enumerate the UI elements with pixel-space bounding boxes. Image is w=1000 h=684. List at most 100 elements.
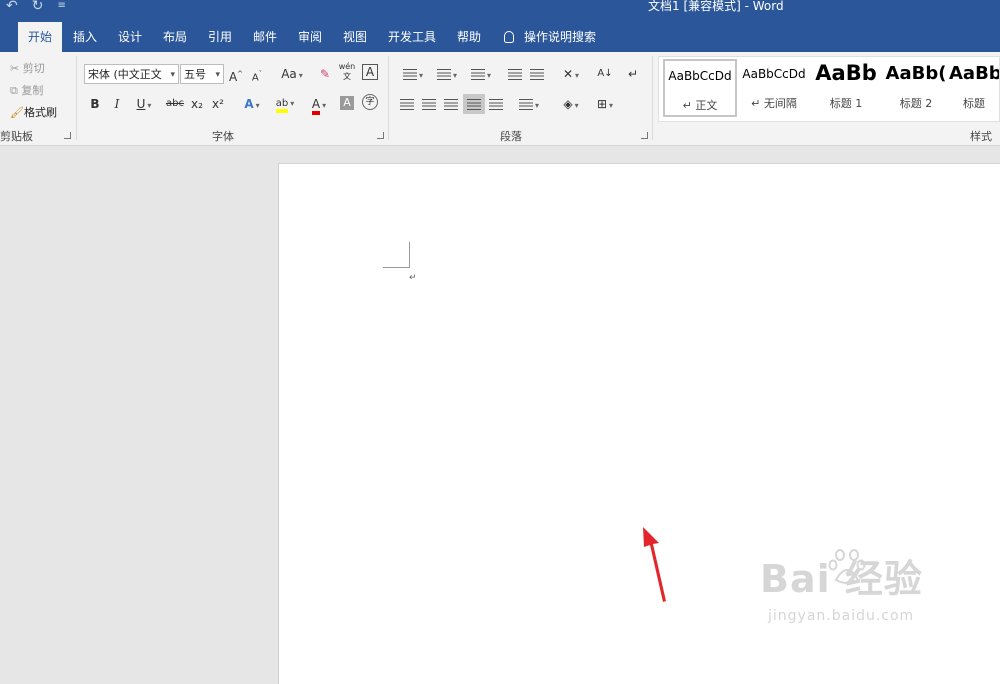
chinese-layout-icon: ✕ [562,67,574,81]
align-right-icon [444,99,458,110]
style-name: 标题 1 [829,97,863,110]
shading-button[interactable]: ◈ ▾ [556,94,586,114]
style-name: 标题 [963,97,985,110]
borders-button[interactable]: ⊞ ▾ [590,94,620,114]
ribbon-home: ✂ 剪切 ⧉ 复制 🖌格式刷 剪贴板 宋体 (中文正文 五号 A^ Aˇ Aa▾… [0,52,1000,146]
cut-button[interactable]: ✂ 剪切 [10,60,45,76]
paragraph-launcher-icon[interactable] [641,132,648,139]
title-bar: ↶ ↻ ≡ 文档1 [兼容模式] - Word [0,0,1000,22]
bullets-button[interactable]: ▾ [398,64,428,84]
bullet-list-icon [402,69,417,80]
text-effects-button[interactable]: A ▾ [238,94,266,114]
tab-insert[interactable]: 插入 [66,22,104,52]
grow-font-icon: A [228,70,238,84]
tab-design[interactable]: 设计 [110,22,150,52]
eraser-icon: ✎ [319,67,331,81]
font-launcher-icon[interactable] [377,132,384,139]
style-name: ↵ 正文 [682,99,718,112]
align-center-button[interactable] [420,94,438,114]
copy-button[interactable]: ⧉ 复制 [10,82,43,98]
underline-button[interactable]: U ▾ [130,94,158,114]
chinese-layout-button[interactable]: ✕ ▾ [556,64,586,84]
window-title: 文档1 [兼容模式] - Word [648,0,784,13]
italic-button[interactable]: I [108,94,126,114]
group-divider [388,56,389,140]
tell-me-search[interactable]: 操作说明搜索 [504,22,596,52]
baidu-watermark: Bai 经验 jingyan.baidu.com [760,548,923,624]
style-preview: AaBb [815,61,877,85]
format-painter-button[interactable]: 🖌格式刷 [10,104,57,120]
tab-references[interactable]: 引用 [200,22,240,52]
tab-developer[interactable]: 开发工具 [384,22,440,52]
group-divider [652,56,653,140]
font-color-button[interactable]: A ▾ [304,94,334,115]
strikethrough-button[interactable]: abc [164,94,186,114]
change-case-icon: Aa [281,67,297,81]
tab-view[interactable]: 视图 [335,22,375,52]
highlight-button[interactable]: ab ▾ [270,94,300,114]
clipboard-group-label: 剪贴板 [0,130,33,143]
align-left-button[interactable] [398,94,416,114]
decrease-indent-button[interactable] [506,64,524,84]
enclose-characters-button[interactable]: 字 [362,94,378,110]
font-size-combo[interactable]: 五号 [180,64,224,84]
document-page[interactable]: ↵ [278,163,1000,684]
ribbon-tab-bar: 开始 插入 设计 布局 引用 邮件 审阅 视图 开发工具 帮助 操作说明搜索 [0,22,1000,52]
increase-indent-button[interactable] [528,64,546,84]
quick-access-toolbar: ↶ ↻ ≡ [6,0,66,14]
tab-home[interactable]: 开始 [18,22,62,52]
clipboard-launcher-icon[interactable] [64,132,71,139]
numbered-list-icon [436,69,451,80]
multilevel-list-icon [470,69,485,80]
style-no-spacing[interactable]: AaBbCcDd ↵ 无间隔 [737,59,811,117]
brush-icon: 🖌 [10,106,24,119]
styles-group-label: 样式 [970,130,992,143]
lightbulb-icon [504,31,514,43]
style-normal[interactable]: AaBbCcDd ↵ 正文 [663,59,737,117]
sort-button[interactable]: A↓ [596,64,614,84]
line-spacing-icon [518,99,533,110]
style-heading-1[interactable]: AaBb 标题 1 [809,59,883,117]
copy-label: 复制 [21,84,44,97]
undo-icon[interactable]: ↶ [6,0,18,14]
character-border-button[interactable]: A [362,64,378,80]
shrink-font-button[interactable]: Aˇ [249,64,265,84]
distributed-button[interactable] [487,94,505,114]
paragraph-group-label: 段落 [500,130,522,143]
style-title[interactable]: AaBb 标题 [949,59,999,117]
borders-icon: ⊞ [596,97,608,111]
align-left-icon [400,99,414,110]
bold-button[interactable]: B [86,94,104,114]
redo-icon[interactable]: ↻ [32,0,44,14]
style-preview: AaBb [949,63,999,84]
align-right-button[interactable] [442,94,460,114]
underline-icon: U [136,97,146,111]
justify-button[interactable] [463,94,485,114]
styles-gallery: AaBbCcDd ↵ 正文 AaBbCcDd ↵ 无间隔 AaBb 标题 1 A… [658,56,1000,122]
line-spacing-button[interactable]: ▾ [514,94,544,114]
change-case-button[interactable]: Aa ▾ [278,64,306,84]
paw-logo-icon [828,549,866,584]
tab-help[interactable]: 帮助 [448,22,490,52]
superscript-button[interactable]: x² [209,94,227,114]
style-preview: AaBbCcDd [668,69,732,83]
character-shading-button[interactable]: A [340,96,354,110]
clear-formatting-button[interactable]: ✎ [316,64,334,84]
style-heading-2[interactable]: AaBb( 标题 2 [879,59,953,117]
tab-mailings[interactable]: 邮件 [245,22,285,52]
style-name: ↵ 无间隔 [751,97,797,110]
phonetic-guide-button[interactable]: wén 文 [338,62,356,82]
show-formatting-button[interactable]: ↵ [624,64,642,84]
tab-review[interactable]: 审阅 [290,22,330,52]
multilevel-list-button[interactable]: ▾ [466,64,496,84]
align-center-icon [422,99,436,110]
font-group-label: 字体 [212,130,234,143]
tell-me-label: 操作说明搜索 [524,30,597,44]
style-name: 标题 2 [899,97,933,110]
tab-layout[interactable]: 布局 [155,22,195,52]
grow-font-button[interactable]: A^ [228,64,244,84]
customize-qat-icon[interactable]: ≡ [57,0,65,14]
font-name-combo[interactable]: 宋体 (中文正文 [84,64,179,84]
subscript-button[interactable]: x₂ [188,94,206,114]
numbering-button[interactable]: ▾ [432,64,462,84]
